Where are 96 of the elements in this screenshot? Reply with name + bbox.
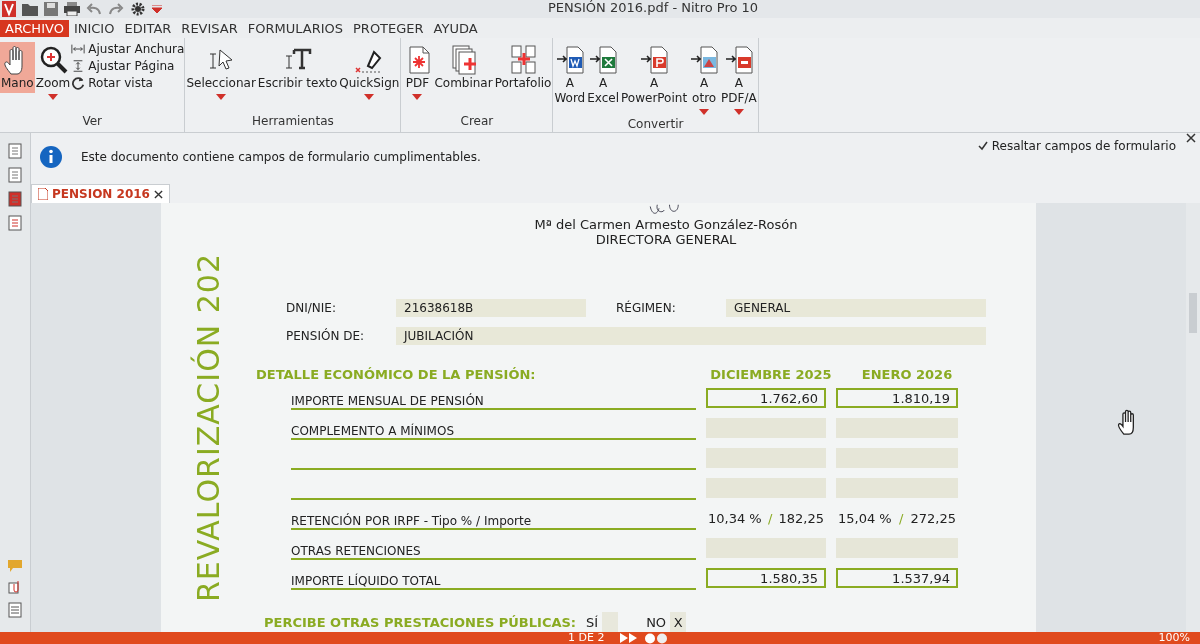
undo-icon[interactable] [86,3,102,15]
menu-item[interactable]: FORMULARIOS [242,19,348,37]
ribbon-small-tool[interactable]: Ajustar Página [88,59,175,73]
empty-field[interactable] [836,418,958,438]
row-label: OTRAS RETENCIONES [291,538,696,560]
rate-amount-field[interactable]: 15,04 % / 272,25 [836,508,958,528]
rotate-icon [71,76,86,90]
option-field[interactable] [602,612,619,632]
document-tab[interactable]: PENSION 2016 [31,184,170,203]
empty-field[interactable] [706,448,826,468]
ribbon-tool[interactable]: A otro [688,42,721,117]
comment-icon[interactable] [8,560,22,572]
gear-icon[interactable] [130,1,146,17]
attachment-icon[interactable] [8,580,22,594]
window-title: PENSIÓN 2016.pdf - Nitro Pro 10 [548,0,759,15]
row-label: IMPORTE MENSUAL DE PENSIÓN [291,388,696,410]
signer-title: DIRECTORA GENERAL [594,232,738,247]
option-label: NO [646,614,667,630]
folder-icon[interactable] [22,2,38,16]
close-icon[interactable] [153,189,163,199]
redo-icon[interactable] [108,3,124,15]
highlight-fields-checkbox[interactable]: Resaltar campos de formulario [977,139,1176,153]
ribbon-tool[interactable]: A Word [553,42,587,108]
ribbon-tool[interactable]: Seleccionar [185,42,257,102]
field-label: RÉGIMEN: [616,301,677,315]
row-label: IMPORTE LÍQUIDO TOTAL [291,568,696,590]
ribbon-tool[interactable]: Mano [0,42,35,93]
amount-field[interactable]: 1.580,35 [706,568,826,588]
pdf-file-icon [38,188,48,200]
ribbon-small-tool[interactable]: Ajustar Anchura [88,42,185,56]
list-icon[interactable] [8,602,22,618]
signer-name: Mª del Carmen Armesto González-Rosón [533,217,799,232]
ribbon-tool[interactable]: A PowerPoint [620,42,689,108]
column-heading: ENERO 2026 [860,367,954,382]
column-heading: DICIEMBRE 2025 [709,367,833,382]
word-icon [554,44,585,76]
empty-field[interactable] [836,538,958,558]
close-icon[interactable] [1186,133,1196,143]
empty-field[interactable] [706,538,826,558]
bookmark-icon[interactable] [8,191,22,207]
printer-icon[interactable] [64,2,80,16]
menu-item[interactable]: AYUDA [428,19,483,37]
fit-width-icon [71,42,86,56]
ribbon-tool[interactable]: Combinar [433,42,494,93]
empty-field[interactable] [706,418,826,438]
pdfa-icon [723,44,754,76]
ribbon-tool[interactable]: Escribir texto [256,42,339,93]
field-value[interactable]: GENERAL [726,299,986,317]
group-label: Ver [81,114,103,130]
field-value[interactable]: JUBILACIÓN [396,327,986,345]
menu-item[interactable]: PROTEGER [348,19,429,37]
scrollbar-thumb[interactable] [1189,293,1197,333]
group-label: Convertir [626,117,685,133]
field-label: PENSIÓN DE: [286,329,366,343]
ribbon-tool[interactable]: PDF [401,42,434,102]
pages-icon[interactable] [8,143,22,159]
option-field[interactable]: X [670,612,687,632]
save-icon[interactable] [44,2,58,16]
menu-item[interactable]: ARCHIVO [0,19,69,37]
ribbon-tool[interactable]: A Excel [586,42,621,108]
empty-field[interactable] [706,478,826,498]
row-label: RETENCIÓN POR IRPF - Tipo % / Importe [291,508,696,530]
question-label: PERCIBE OTRAS PRESTACIONES PÚBLICAS: [264,614,577,630]
ribbon-tool[interactable]: Zoom [34,42,72,102]
group-label: Crear [459,114,495,130]
zoom-level: 100% [1158,632,1190,644]
menu-item[interactable]: INICIO [68,19,120,37]
amount-field[interactable]: 1.762,60 [706,388,826,408]
ribbon-tool[interactable]: QuickSign [338,42,401,102]
menu-item[interactable]: EDITAR [119,19,177,37]
ppt-icon [639,44,670,76]
ribbon-tool[interactable]: A PDF/A [720,42,758,117]
menu-item[interactable]: REVISAR [176,19,243,37]
field-label: DNI/NIE: [286,301,337,315]
info-icon [39,145,63,169]
field-value[interactable]: 21638618B [396,299,586,317]
customize-caret-icon[interactable] [152,5,162,13]
group-label: Herramientas [251,114,335,130]
amount-field[interactable]: 1.810,19 [836,388,958,408]
excel-icon [588,44,619,76]
rate-amount-field[interactable]: 10,34 % / 182,25 [706,508,826,528]
empty-field[interactable] [836,478,958,498]
amount-field[interactable]: 1.537,94 [836,568,958,588]
other-icon [689,44,720,76]
empty-field[interactable] [836,448,958,468]
app-logo-icon [2,1,16,17]
info-message: Este documento contiene campos de formulario cumplimentables. [81,150,481,164]
side-title: REVALORIZACIÓN 202 [191,252,226,602]
ribbon-tool[interactable]: Portafolio [493,42,553,93]
page-indicator: 1 DE 2 [568,632,605,644]
option-label: SÍ [586,614,599,630]
row-label: COMPLEMENTO A MÍNIMOS [291,418,696,440]
checkmark-icon [977,141,988,151]
portfolio-icon [508,44,539,76]
ribbon-small-tool[interactable]: Rotar vista [88,76,153,90]
section-title: DETALLE ECONÓMICO DE LA PENSIÓN: [256,367,537,382]
